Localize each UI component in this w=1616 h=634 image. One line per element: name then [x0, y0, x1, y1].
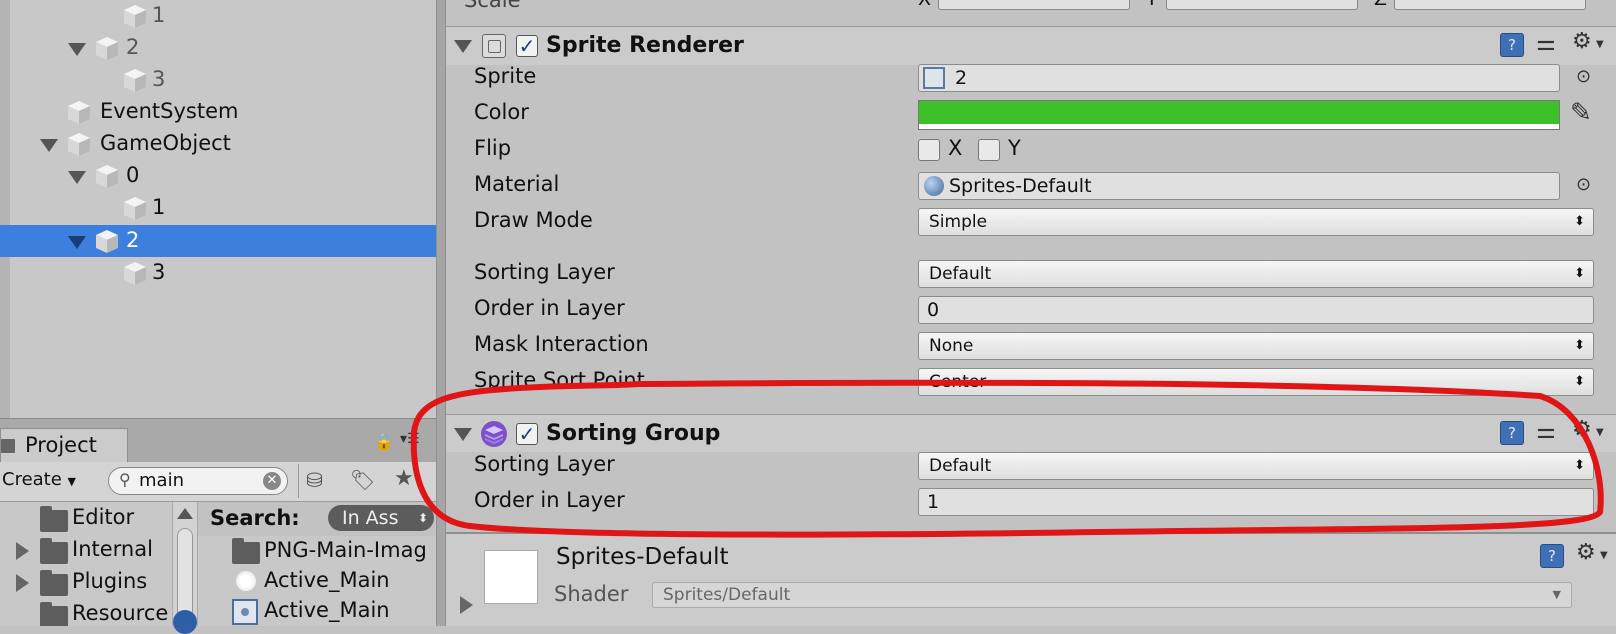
red-annotation-outline — [410, 379, 1604, 538]
